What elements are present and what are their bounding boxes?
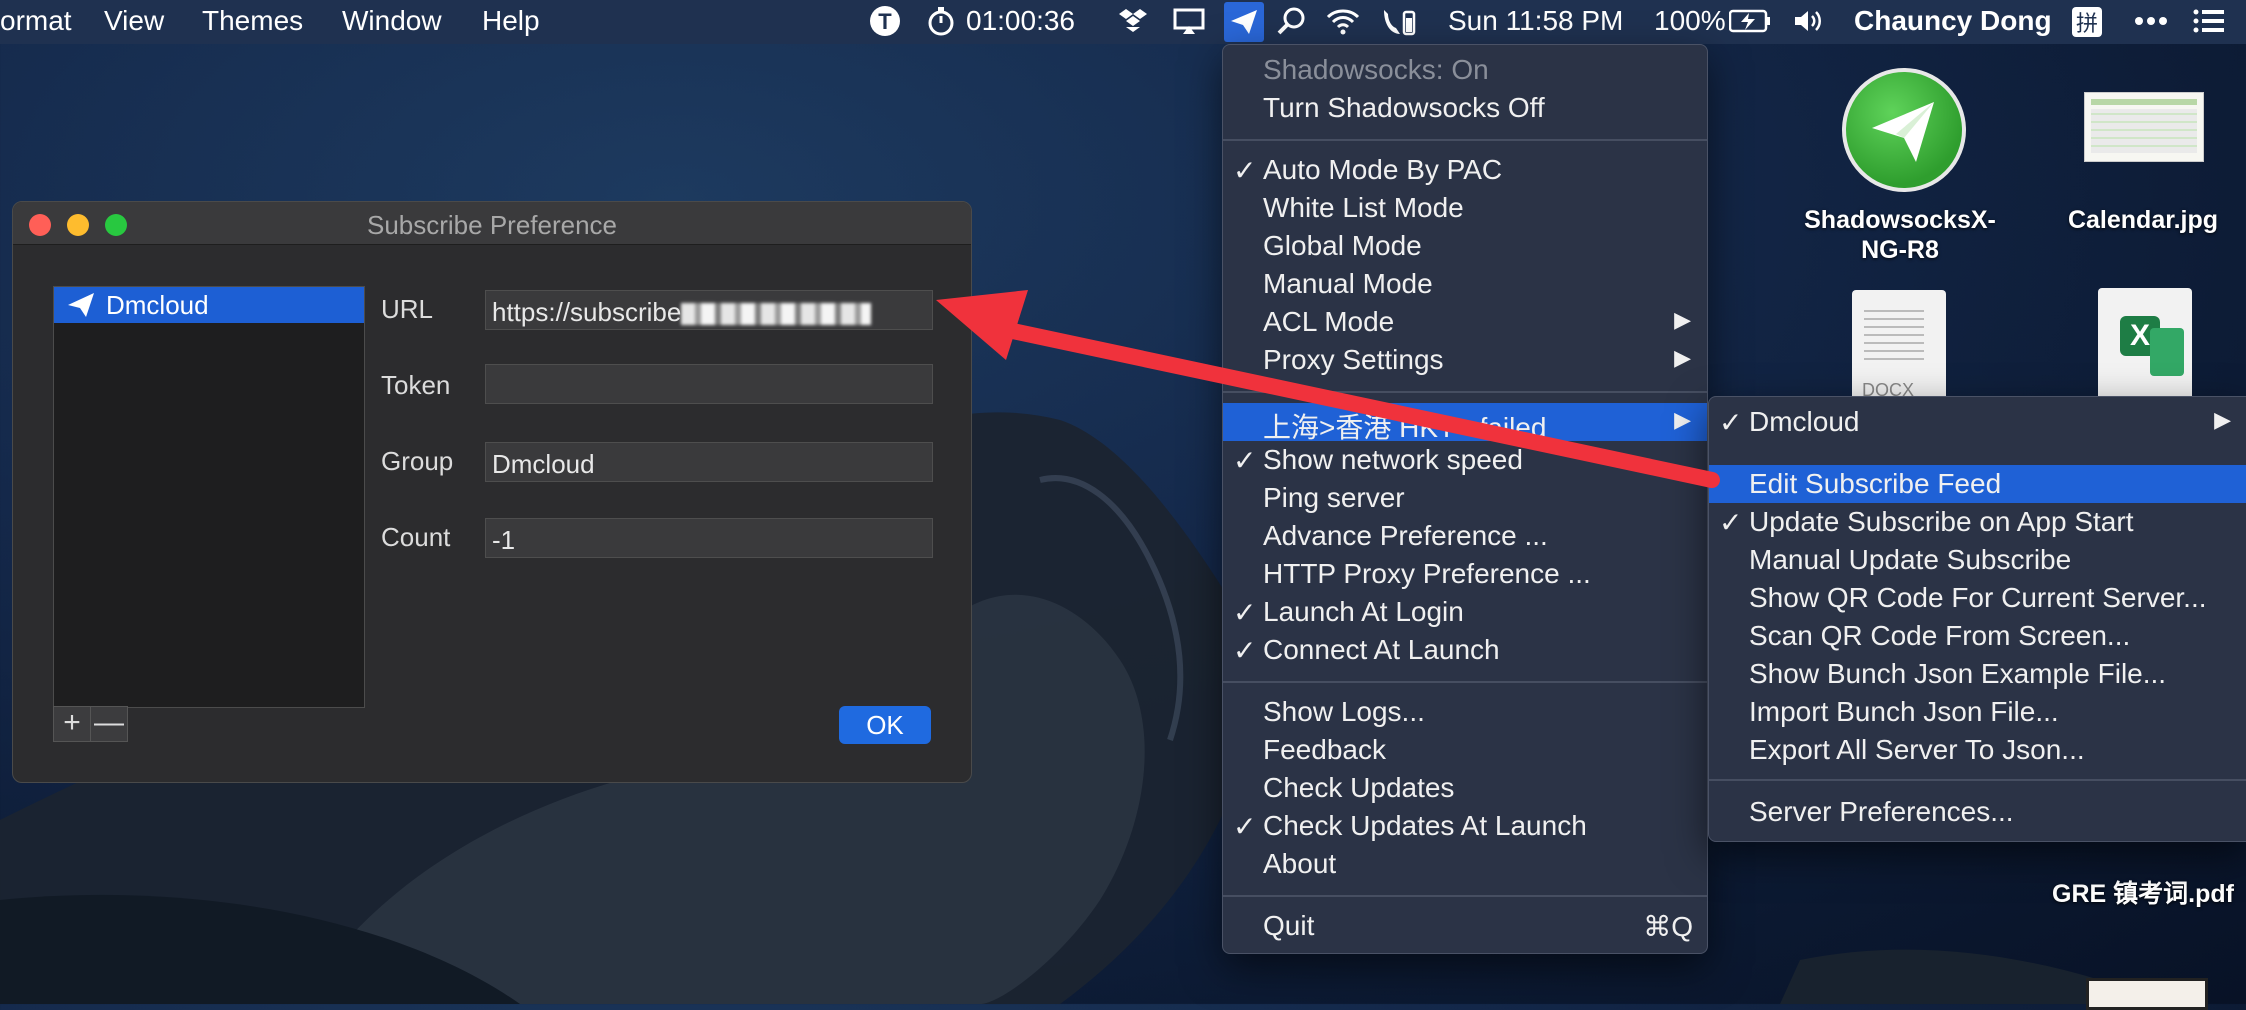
annotation-arrow — [936, 290, 1720, 488]
